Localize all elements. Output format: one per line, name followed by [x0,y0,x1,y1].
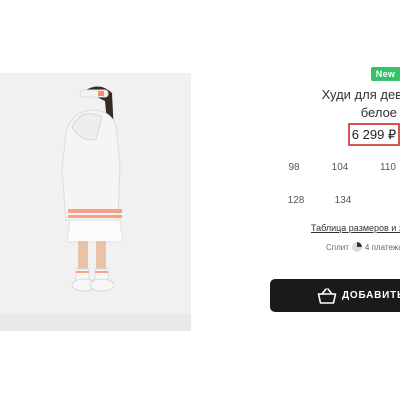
size-option[interactable]: 134 [331,195,355,206]
gallery-strip [0,314,191,331]
size-option[interactable]: 128 [284,195,308,206]
product-title-line-2: белое Gu [360,105,400,120]
product-price: 6 299 ₽ [348,123,400,146]
size-option[interactable]: 98 [282,162,306,173]
split-payments: 4 платежа [364,242,400,252]
split-payment-info[interactable]: Сплит 4 платежа [326,242,400,252]
split-brand: Сплит [326,242,349,252]
product-title-line-1: Худи для девочки с шр [321,87,400,102]
size-option[interactable]: 104 [328,162,352,173]
size-option[interactable]: 110 [376,162,400,173]
product-photo [0,73,191,314]
split-icon [351,242,362,252]
new-badge: New [371,67,400,81]
add-to-cart-label: ДОБАВИТЬ [342,290,400,301]
size-table-link[interactable]: Таблица размеров и з [311,223,400,233]
basket-icon [317,288,337,304]
product-title: Худи для девочки с шр белое Gu [262,86,400,122]
add-to-cart-button[interactable]: ДОБАВИТЬ [270,279,400,312]
product-gallery[interactable] [0,73,191,331]
